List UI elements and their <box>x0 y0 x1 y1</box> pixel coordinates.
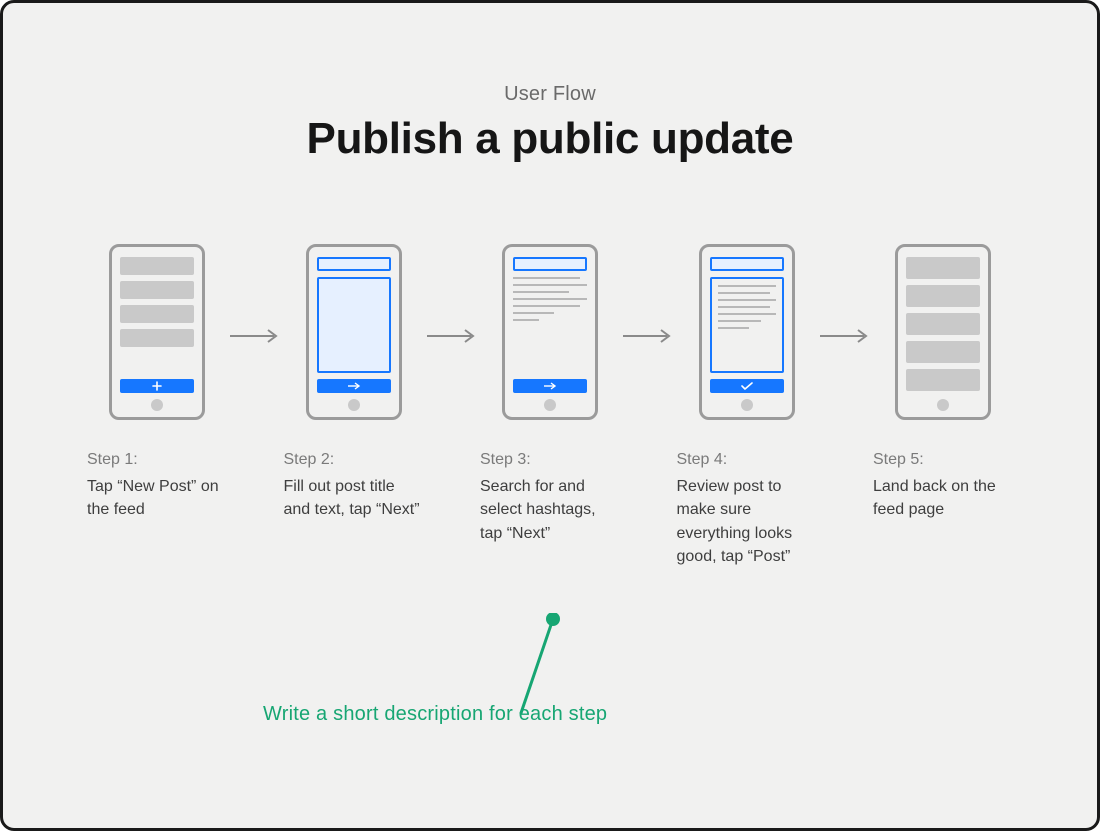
home-button-icon <box>544 399 556 411</box>
annotation-label: Write a short description for each step <box>263 703 607 726</box>
step-description: Land back on the feed page <box>873 478 996 518</box>
arrow-right-icon <box>818 328 872 344</box>
step-description: Fill out post title and text, tap “Next” <box>284 478 420 518</box>
step-number: Step 4: <box>677 448 817 471</box>
step-4: Step 4: Review post to make sure everyth… <box>677 244 817 568</box>
hashtag-search-field <box>513 257 587 271</box>
step-description: Review post to make sure everything look… <box>677 478 793 565</box>
feed-item <box>120 257 194 275</box>
step-number: Step 5: <box>873 448 1013 471</box>
phone-wireframe <box>699 244 795 420</box>
diagram-header: User Flow Publish a public update <box>3 83 1097 164</box>
home-button-icon <box>348 399 360 411</box>
step-caption: Step 1: Tap “New Post” on the feed <box>87 448 227 522</box>
step-number: Step 2: <box>284 448 424 471</box>
step-caption: Step 4: Review post to make sure everyth… <box>677 448 817 568</box>
home-button-icon <box>937 399 949 411</box>
flow-arrow <box>621 328 675 344</box>
step-caption: Step 3: Search for and select hashtags, … <box>480 448 620 545</box>
new-post-button <box>120 379 194 393</box>
feed-item <box>120 281 194 299</box>
post-button <box>710 379 784 393</box>
plus-icon <box>152 381 162 391</box>
next-button <box>317 379 391 393</box>
post-title-field <box>317 257 391 271</box>
phone-wireframe <box>109 244 205 420</box>
flow-row: Step 1: Tap “New Post” on the feed <box>3 244 1097 568</box>
arrow-right-icon <box>425 328 479 344</box>
phone-wireframe <box>306 244 402 420</box>
feed-item <box>906 285 980 307</box>
step-3: Step 3: Search for and select hashtags, … <box>480 244 620 545</box>
feed-item <box>906 313 980 335</box>
check-icon <box>741 382 753 390</box>
eyebrow-label: User Flow <box>3 83 1097 106</box>
step-number: Step 3: <box>480 448 620 471</box>
review-title-field <box>710 257 784 271</box>
home-button-icon <box>741 399 753 411</box>
flow-arrow <box>818 328 872 344</box>
step-description: Tap “New Post” on the feed <box>87 478 219 518</box>
hashtag-results <box>513 277 587 321</box>
arrow-right-icon <box>621 328 675 344</box>
review-body-field <box>710 277 784 373</box>
step-1: Step 1: Tap “New Post” on the feed <box>87 244 227 522</box>
flow-arrow <box>425 328 479 344</box>
step-number: Step 1: <box>87 448 227 471</box>
flow-arrow <box>228 328 282 344</box>
arrow-right-icon <box>543 382 557 390</box>
feed-item <box>120 305 194 323</box>
step-2: Step 2: Fill out post title and text, ta… <box>284 244 424 522</box>
user-flow-diagram: User Flow Publish a public update <box>0 0 1100 831</box>
step-description: Search for and select hashtags, tap “Nex… <box>480 478 596 541</box>
diagram-title: Publish a public update <box>3 114 1097 164</box>
next-button <box>513 379 587 393</box>
post-body-field <box>317 277 391 373</box>
phone-wireframe <box>895 244 991 420</box>
phone-wireframe <box>502 244 598 420</box>
step-caption: Step 2: Fill out post title and text, ta… <box>284 448 424 522</box>
arrow-right-icon <box>228 328 282 344</box>
home-button-icon <box>151 399 163 411</box>
step-5: Step 5: Land back on the feed page <box>873 244 1013 522</box>
feed-item <box>906 341 980 363</box>
step-caption: Step 5: Land back on the feed page <box>873 448 1013 522</box>
feed-item <box>120 329 194 347</box>
feed-item <box>906 369 980 391</box>
feed-item <box>906 257 980 279</box>
arrow-right-icon <box>347 382 361 390</box>
